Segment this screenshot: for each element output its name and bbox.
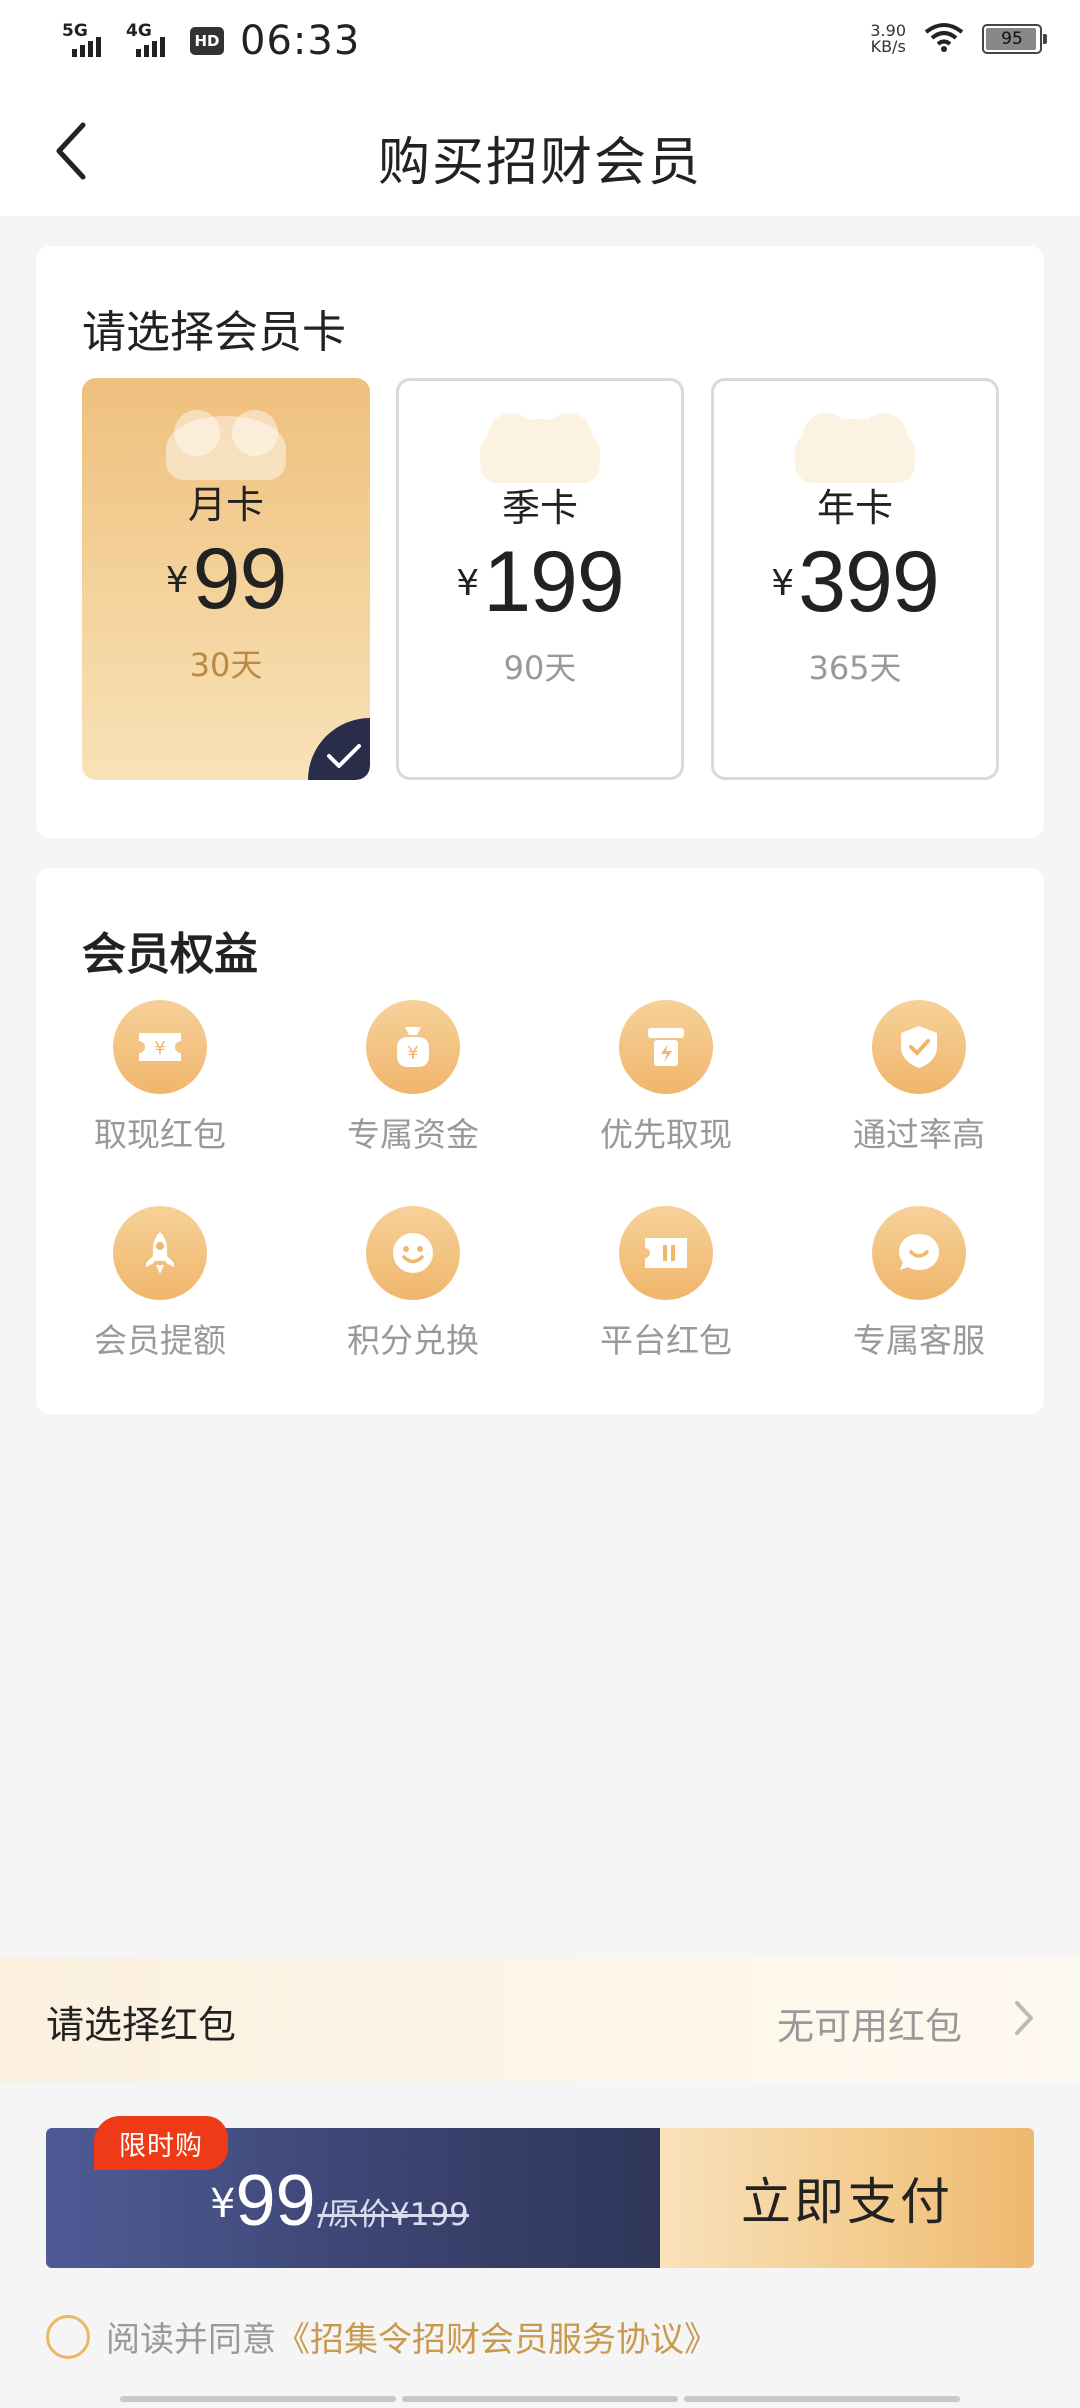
currency-symbol: ¥ bbox=[456, 563, 480, 604]
red-packet-value: 无可用红包 bbox=[777, 2005, 962, 2048]
page-title: 购买招财会员 bbox=[377, 133, 702, 193]
ticket-yen-icon: ¥ bbox=[113, 1000, 207, 1094]
membership-card-panel: 请选择会员卡 月卡 ¥99 30天 季卡 ¥199 90天 年卡 ¥399 36… bbox=[36, 246, 1044, 838]
status-time: 06:33 bbox=[240, 18, 361, 64]
benefit-item[interactable]: 平台红包 bbox=[566, 1206, 766, 1362]
benefit-item[interactable]: 通过率高 bbox=[819, 1000, 1019, 1156]
withdraw-icon bbox=[619, 1000, 713, 1094]
battery-icon: 95 bbox=[982, 24, 1047, 54]
benefit-item[interactable]: ¥ 取现红包 bbox=[60, 1000, 260, 1156]
svg-text:¥: ¥ bbox=[407, 1043, 418, 1064]
signal-4g-icon: 4G bbox=[126, 21, 176, 59]
plan-name: 季卡 bbox=[501, 486, 578, 530]
currency-symbol: ¥ bbox=[165, 560, 189, 601]
svg-text:¥: ¥ bbox=[154, 1038, 165, 1059]
battery-level: 95 bbox=[1001, 29, 1023, 49]
plan-price: ¥199 bbox=[399, 533, 681, 632]
original-price-value: ¥199 bbox=[390, 2197, 469, 2233]
plan-card-yearly[interactable]: 年卡 ¥399 365天 bbox=[711, 378, 999, 780]
benefit-item[interactable]: 优先取现 bbox=[566, 1000, 766, 1156]
network-speed: 3.90 KB/s bbox=[870, 23, 906, 55]
home-indicator bbox=[120, 2396, 960, 2402]
plan-price-value: 199 bbox=[483, 534, 624, 630]
red-packet-label: 请选择红包 bbox=[46, 2003, 237, 2047]
checkmark-icon bbox=[327, 744, 361, 768]
pay-currency: ¥ bbox=[210, 2181, 236, 2227]
red-packet-selector[interactable]: 请选择红包 无可用红包 bbox=[0, 1958, 1080, 2082]
plan-card-quarterly[interactable]: 季卡 ¥199 90天 bbox=[396, 378, 684, 780]
plan-price: ¥399 bbox=[714, 533, 996, 632]
plan-name: 月卡 bbox=[187, 483, 264, 527]
benefit-label: 积分兑换 bbox=[347, 1321, 479, 1360]
plan-price: ¥99 bbox=[82, 530, 370, 629]
original-price-prefix: /原价 bbox=[317, 2197, 390, 2233]
network-speed-unit: KB/s bbox=[870, 37, 906, 56]
benefit-label: 会员提额 bbox=[94, 1321, 226, 1360]
smiley-icon bbox=[366, 1206, 460, 1300]
chat-icon bbox=[872, 1206, 966, 1300]
crown-watermark-icon bbox=[166, 410, 286, 480]
crown-watermark-icon bbox=[480, 413, 600, 483]
agreement-link[interactable]: 《招集令招财会员服务协议》 bbox=[276, 2312, 718, 2361]
benefit-item[interactable]: 会员提额 bbox=[60, 1206, 260, 1362]
benefit-label: 优先取现 bbox=[600, 1115, 732, 1154]
shield-check-icon bbox=[872, 1000, 966, 1094]
crown-watermark-icon bbox=[795, 413, 915, 483]
benefit-item[interactable]: ¥ 专属资金 bbox=[313, 1000, 513, 1156]
currency-symbol: ¥ bbox=[771, 563, 795, 604]
plans-section-title: 请选择会员卡 bbox=[82, 307, 346, 358]
original-price: /原价¥199 bbox=[318, 2197, 469, 2233]
benefit-label: 取现红包 bbox=[94, 1115, 226, 1154]
plan-duration: 30天 bbox=[189, 646, 263, 684]
benefit-label: 平台红包 bbox=[600, 1321, 732, 1360]
rocket-icon bbox=[113, 1206, 207, 1300]
benefit-label: 专属资金 bbox=[347, 1115, 479, 1154]
plan-duration: 365天 bbox=[808, 649, 902, 687]
header: 购买招财会员 bbox=[0, 84, 1080, 216]
wifi-icon bbox=[924, 22, 964, 56]
plan-name: 年卡 bbox=[816, 486, 893, 530]
agreement-row: 阅读并同意 《招集令招财会员服务协议》 bbox=[46, 2312, 718, 2361]
status-left: 5G 4G HD 06:33 bbox=[62, 18, 360, 64]
plan-price-value: 399 bbox=[798, 534, 939, 630]
hd-voice-icon: HD bbox=[190, 27, 224, 55]
status-bar: 5G 4G HD 06:33 3.90 KB/s 95 bbox=[0, 0, 1080, 84]
pay-price: ¥99/原价¥199 bbox=[210, 2160, 469, 2242]
money-bag-icon: ¥ bbox=[366, 1000, 460, 1094]
selected-badge bbox=[308, 718, 370, 780]
plan-card-monthly[interactable]: 月卡 ¥99 30天 bbox=[82, 378, 370, 780]
plan-duration: 90天 bbox=[503, 649, 577, 687]
coupon-icon bbox=[619, 1206, 713, 1300]
plan-price-value: 99 bbox=[192, 531, 288, 627]
status-right: 3.90 KB/s 95 bbox=[870, 22, 1047, 56]
agreement-text: 阅读并同意 bbox=[106, 2320, 276, 2360]
benefit-label: 专属客服 bbox=[853, 1321, 985, 1360]
pay-now-button[interactable]: 立即支付 bbox=[660, 2128, 1034, 2268]
pay-price-value: 99 bbox=[235, 2161, 316, 2241]
signal-5g-icon: 5G bbox=[62, 21, 112, 59]
benefit-item[interactable]: 专属客服 bbox=[819, 1206, 1019, 1362]
benefits-section-title: 会员权益 bbox=[82, 929, 258, 980]
benefit-item[interactable]: 积分兑换 bbox=[313, 1206, 513, 1362]
limited-time-tag: 限时购 bbox=[94, 2116, 228, 2170]
benefits-panel: 会员权益 ¥ 取现红包 ¥ 专属资金 优先取现 通过率高 会员提额 积分兑换 平… bbox=[36, 868, 1044, 1414]
chevron-right-icon bbox=[1012, 1998, 1036, 2042]
benefit-label: 通过率高 bbox=[853, 1115, 985, 1154]
agreement-radio[interactable] bbox=[46, 2314, 90, 2359]
